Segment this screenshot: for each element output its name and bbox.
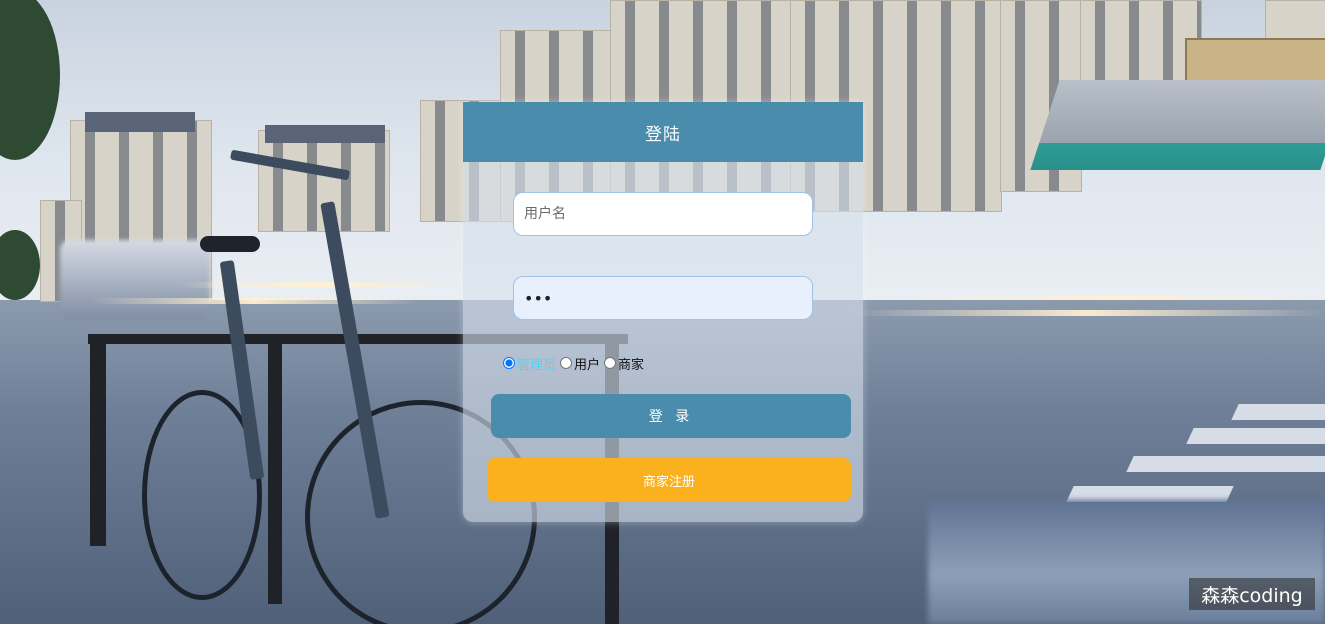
role-label-merchant: 商家 — [618, 357, 645, 373]
role-option-merchant[interactable]: 商家 — [604, 354, 644, 373]
role-option-admin[interactable]: 管理员 — [503, 354, 556, 373]
watermark-label: 森森coding — [1189, 578, 1315, 610]
role-option-user[interactable]: 用户 — [560, 354, 600, 373]
role-radio-merchant[interactable] — [604, 357, 617, 369]
password-input[interactable] — [513, 276, 813, 320]
username-input[interactable] — [513, 192, 813, 236]
login-panel: 登陆 管理员 用户 商家 登 录 商家注册 — [463, 102, 863, 522]
role-radio-group: 管理员 用户 商家 — [503, 353, 648, 373]
role-label-user: 用户 — [574, 357, 601, 373]
merchant-register-button[interactable]: 商家注册 — [487, 458, 851, 502]
role-radio-user[interactable] — [560, 357, 573, 369]
role-label-admin: 管理员 — [517, 357, 557, 373]
login-button[interactable]: 登 录 — [491, 394, 851, 438]
role-radio-admin[interactable] — [503, 357, 515, 369]
login-title: 登陆 — [463, 102, 863, 162]
